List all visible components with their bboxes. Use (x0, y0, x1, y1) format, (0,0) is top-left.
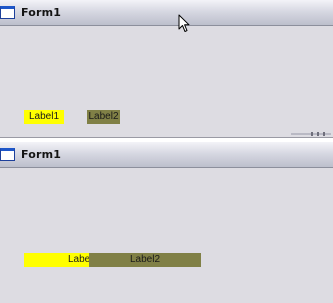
resize-grip-icon (291, 132, 331, 136)
window-icon[interactable] (0, 6, 15, 19)
title-bar[interactable]: Form1 (0, 0, 333, 26)
mouse-pointer-icon (178, 14, 190, 32)
label2-autosize: Label2 (89, 253, 201, 267)
screenshot-stage: Form1 Form1 Label1 Label2 Labe Label2 (0, 0, 333, 303)
form1-window-bottom: Form1 (0, 142, 333, 303)
window-title: Form1 (21, 6, 62, 19)
label1: Label1 (24, 110, 64, 124)
label2: Label2 (87, 110, 120, 124)
form-client-area (0, 168, 333, 303)
window-title: Form1 (21, 148, 62, 161)
title-bar[interactable]: Form1 (0, 142, 333, 168)
window-icon[interactable] (0, 148, 15, 161)
